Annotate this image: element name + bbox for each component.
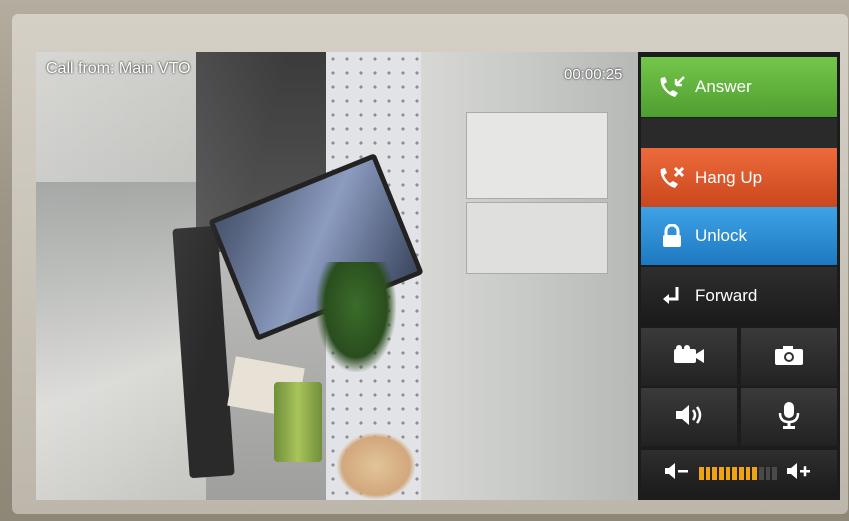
microphone-button[interactable] xyxy=(741,388,837,446)
speaker-button[interactable] xyxy=(641,388,737,446)
volume-segment xyxy=(765,467,771,480)
volume-segment xyxy=(732,467,738,480)
volume-up-button[interactable] xyxy=(783,461,815,485)
answer-button[interactable]: Answer xyxy=(641,57,837,117)
volume-down-button[interactable] xyxy=(661,461,693,485)
unlock-label: Unlock xyxy=(695,226,747,245)
video-feed: Call from: Main VTO 00:00:25 xyxy=(36,52,638,500)
hang-up-button[interactable]: Hang Up xyxy=(641,148,837,208)
video-camera-icon xyxy=(672,344,706,370)
caller-label: Call from: Main VTO xyxy=(46,60,191,77)
answer-label: Answer xyxy=(695,77,752,96)
volume-segment xyxy=(752,467,758,480)
volume-segment xyxy=(772,467,778,480)
volume-control xyxy=(641,450,837,496)
volume-down-icon xyxy=(663,462,691,485)
lock-icon xyxy=(655,224,689,248)
screen-glare xyxy=(36,52,638,500)
volume-segment xyxy=(719,467,724,480)
unlock-button[interactable]: Unlock xyxy=(641,207,837,265)
volume-segment xyxy=(745,467,751,480)
call-timer: 00:00:25 xyxy=(564,66,623,83)
phone-answer-icon xyxy=(655,74,689,100)
volume-segment xyxy=(739,467,744,480)
volume-segment xyxy=(725,467,731,480)
hang-up-label: Hang Up xyxy=(695,168,763,187)
panel-spacer xyxy=(641,118,837,148)
microphone-icon xyxy=(778,401,800,434)
record-video-button[interactable] xyxy=(641,328,737,386)
volume-segment xyxy=(712,467,718,480)
forward-arrow-icon xyxy=(655,285,689,307)
intercom-screen: Call from: Main VTO 00:00:25 Answer Hang… xyxy=(36,52,840,500)
snapshot-button[interactable] xyxy=(741,328,837,386)
phone-hangup-icon xyxy=(655,165,689,191)
volume-segment xyxy=(759,467,764,480)
forward-label: Forward xyxy=(695,286,758,305)
camera-icon xyxy=(773,344,805,371)
volume-segment xyxy=(705,467,711,480)
volume-segment xyxy=(699,467,704,480)
speaker-icon xyxy=(674,403,704,432)
volume-up-icon xyxy=(785,462,813,485)
call-control-panel: Answer Hang Up Unlock Forward xyxy=(638,52,840,500)
volume-slider[interactable] xyxy=(699,467,778,480)
forward-button[interactable]: Forward xyxy=(641,267,837,325)
